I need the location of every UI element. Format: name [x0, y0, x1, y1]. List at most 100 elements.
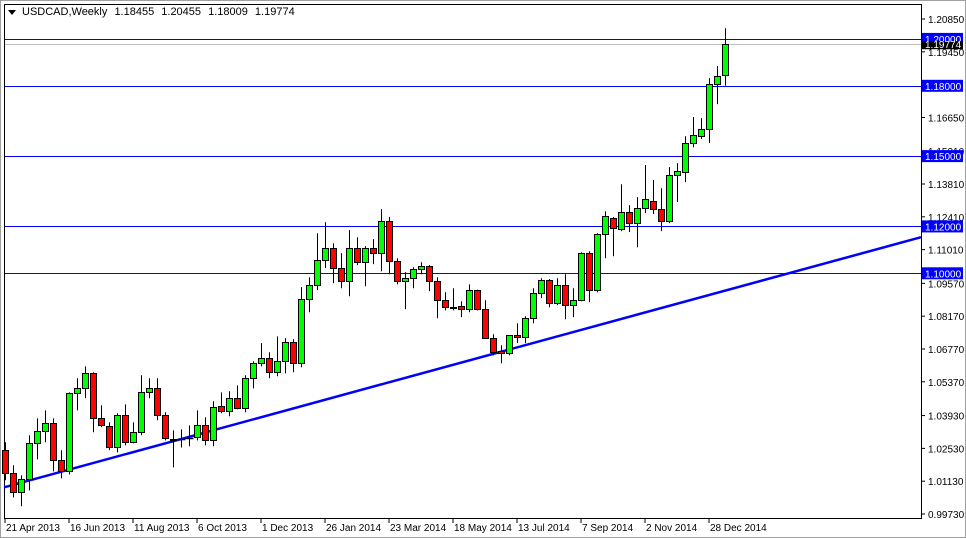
candle-bearish: [626, 212, 633, 224]
symbol-label: USDCAD,Weekly: [22, 6, 108, 18]
candle-bullish: [594, 234, 601, 291]
candle-bullish: [530, 293, 537, 319]
y-tick-label: 1.06770: [928, 345, 965, 356]
y-tick-label: 1.20850: [928, 15, 965, 26]
candle-bullish: [578, 253, 585, 301]
candle-bullish: [666, 175, 673, 222]
candle-bearish: [330, 248, 337, 269]
candle-bearish: [106, 426, 113, 448]
candle-bullish: [346, 248, 353, 282]
candle-bearish: [370, 248, 377, 254]
candle-bullish: [690, 135, 697, 144]
x-tick-label: 13 Jul 2014: [518, 523, 570, 534]
candle-bullish: [410, 269, 417, 279]
candle-bullish: [538, 280, 545, 294]
y-tick-label: 1.16650: [928, 113, 965, 124]
y-tick-label: 1.03930: [928, 412, 965, 423]
dropdown-triangle-icon[interactable]: [8, 9, 16, 15]
candle-bullish: [522, 318, 529, 338]
candle-bullish: [306, 285, 313, 300]
candle-bullish: [258, 358, 265, 364]
candle-bearish: [90, 373, 97, 419]
candle-bearish: [266, 358, 273, 373]
candle-bullish: [554, 285, 561, 304]
candle-bullish: [418, 266, 425, 270]
candle-bullish: [314, 260, 321, 286]
candle-bearish: [562, 285, 569, 306]
candle-bullish: [674, 171, 681, 176]
y-tick-label: 1.02530: [928, 444, 965, 455]
candle-bearish: [394, 261, 401, 282]
price-chart[interactable]: 1.208501.194501.166501.152101.138101.124…: [0, 0, 966, 538]
x-tick-label: 6 Oct 2013: [198, 523, 247, 534]
candle-bullish: [322, 248, 329, 261]
x-tick-label: 28 Dec 2014: [710, 523, 767, 534]
candle-bullish: [714, 76, 721, 85]
candle-bullish: [82, 373, 89, 389]
candle-bearish: [10, 473, 17, 493]
candle-bearish: [490, 338, 497, 353]
candle-bullish: [506, 335, 513, 354]
candle-bullish: [194, 425, 201, 438]
candle-bullish: [114, 415, 121, 448]
candle-bearish: [658, 209, 665, 222]
candle-bearish: [58, 460, 65, 472]
candle-bearish: [234, 398, 241, 409]
candle-bullish: [282, 342, 289, 362]
candle-bullish: [210, 407, 217, 441]
candle-bullish: [138, 392, 145, 433]
open-value: 1.18455: [114, 6, 155, 18]
candle-bearish: [50, 423, 57, 461]
candle-bullish: [66, 393, 73, 472]
candle-bullish: [242, 378, 249, 409]
candle-bearish: [546, 280, 553, 304]
candle-bullish: [226, 398, 233, 412]
candle-bearish: [218, 406, 225, 412]
candle-bullish: [42, 423, 49, 432]
candle-bearish: [426, 266, 433, 282]
candle-bullish: [130, 432, 137, 443]
y-tick-label: 1.01130: [928, 477, 964, 488]
candle-bearish: [482, 309, 489, 339]
candle-bullish: [466, 290, 473, 310]
level-price-label: 1.10000: [925, 269, 962, 280]
candle-bullish: [634, 208, 641, 224]
x-tick-label: 1 Dec 2013: [262, 523, 314, 534]
level-price-label: 1.12000: [925, 222, 962, 233]
x-tick-label: 21 Apr 2013: [6, 523, 60, 534]
x-tick-label: 11 Aug 2013: [134, 523, 190, 534]
x-tick-label: 26 Jan 2014: [326, 523, 381, 534]
candle-bearish: [154, 388, 161, 416]
candle-bullish: [402, 278, 409, 282]
candle-bearish: [586, 253, 593, 291]
y-tick-label: 1.08170: [928, 312, 965, 323]
candle-bullish: [642, 199, 649, 209]
low-value: 1.18009: [208, 6, 248, 18]
x-tick-label: 16 Jun 2013: [70, 523, 125, 534]
candle-bullish: [26, 443, 33, 480]
candle-bullish: [362, 248, 369, 263]
candle-bullish: [618, 212, 625, 230]
candle-bearish: [450, 307, 457, 309]
high-value: 1.20455: [161, 6, 202, 18]
candle-bearish: [202, 425, 209, 441]
y-tick-label: 1.09570: [928, 279, 965, 290]
candle-bearish: [290, 342, 297, 364]
candle-bearish: [514, 335, 521, 338]
y-tick-label: 1.11010: [928, 246, 964, 257]
candle-bullish: [18, 479, 25, 493]
candle-bearish: [2, 450, 9, 474]
candle-bullish: [298, 299, 305, 364]
level-price-label: 1.18000: [925, 82, 962, 93]
candle-bearish: [458, 306, 465, 310]
candle-bullish: [602, 216, 609, 235]
candle-bullish: [570, 300, 577, 306]
candle-bearish: [122, 415, 129, 443]
candle-bullish: [250, 363, 257, 379]
candle-bearish: [474, 290, 481, 310]
candle-bearish: [98, 418, 105, 426]
candle-bullish: [34, 431, 41, 444]
x-tick-label: 2 Nov 2014: [646, 523, 698, 534]
level-price-label: 1.15000: [925, 152, 962, 163]
candle-bullish: [698, 129, 705, 137]
